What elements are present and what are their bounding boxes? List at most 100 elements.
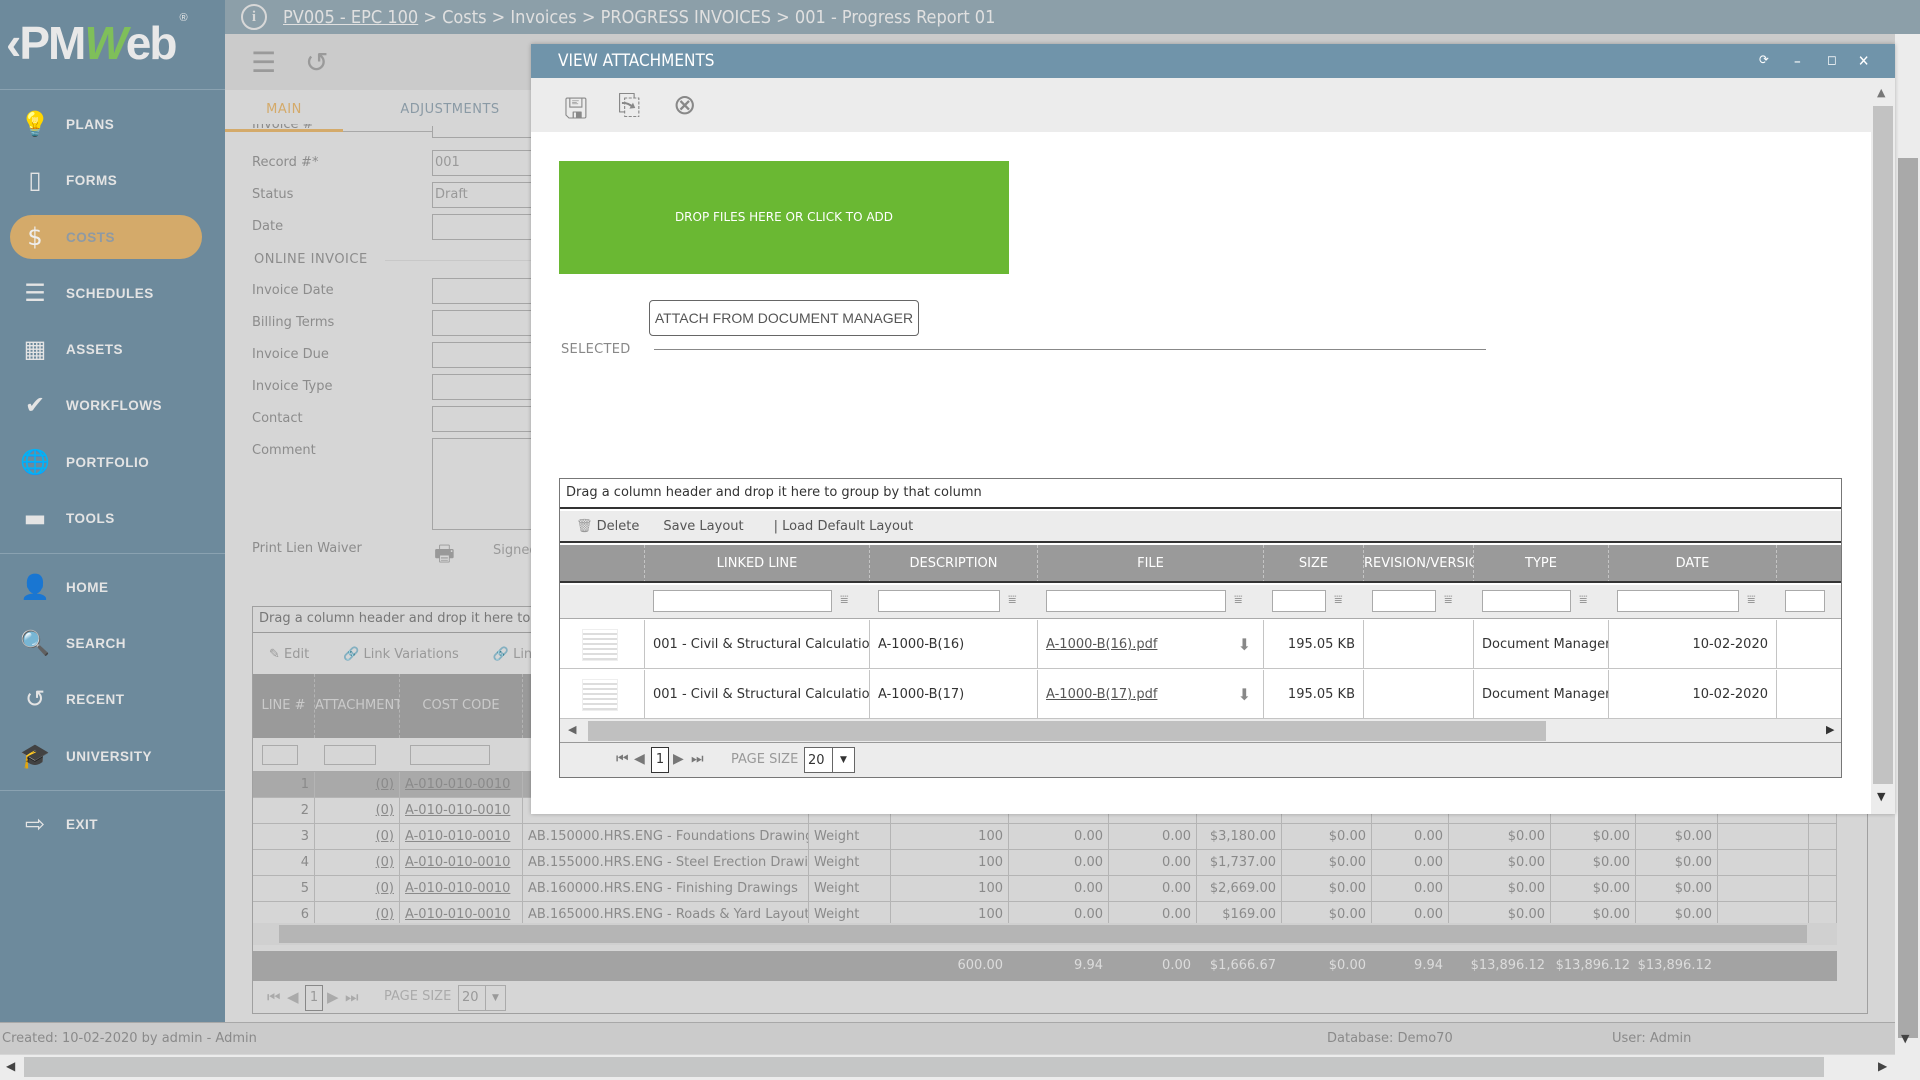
scroll-thumb[interactable] xyxy=(279,925,1807,943)
prev-page-icon[interactable]: ◀ xyxy=(634,751,645,767)
filter-icon[interactable]: ⩸ xyxy=(840,592,849,608)
scroll-thumb[interactable] xyxy=(1873,106,1893,784)
column-header-date[interactable]: DATE xyxy=(1609,545,1777,581)
file-dropzone[interactable]: DROP FILES HERE OR CLICK TO ADD xyxy=(559,161,1009,274)
history-icon[interactable]: ↺ xyxy=(305,46,328,79)
first-page-icon[interactable]: ⏮ xyxy=(616,751,629,767)
file-thumbnail[interactable] xyxy=(582,629,618,661)
filter-input-file[interactable] xyxy=(1046,590,1226,612)
column-header-line[interactable]: LINE # xyxy=(253,674,315,738)
sidebar-item-schedules[interactable]: ☰ SCHEDULES xyxy=(10,271,202,315)
cell-att[interactable]: (0) xyxy=(315,876,400,902)
filter-input-revision-version[interactable] xyxy=(1372,590,1436,612)
attachment-row[interactable]: 001 - Civil & Structural Calculations A-1… xyxy=(560,670,1841,719)
filter-icon[interactable]: ⩸ xyxy=(1008,592,1017,608)
column-header-linked-line[interactable]: LINKED LINE xyxy=(645,545,870,581)
scroll-thumb[interactable] xyxy=(588,721,1546,741)
filter-input-attachments[interactable] xyxy=(324,745,376,765)
filter-input-date[interactable] xyxy=(1617,590,1739,612)
sidebar-item-home[interactable]: 👤 HOME xyxy=(10,565,202,609)
download-icon[interactable]: ⬇ xyxy=(1238,620,1251,668)
edit-button[interactable]: ✎ Edit xyxy=(269,647,309,662)
column-header-description[interactable]: DESCRIPTION xyxy=(870,545,1038,581)
sidebar-item-recent[interactable]: ↺ RECENT xyxy=(10,677,202,721)
column-header-thumbnail[interactable] xyxy=(560,545,645,581)
column-header-more[interactable] xyxy=(1777,545,1841,581)
cell-code[interactable]: A-010-010-0010 xyxy=(400,798,523,824)
close-icon[interactable]: ✕ xyxy=(1858,44,1869,78)
column-header-file[interactable]: FILE xyxy=(1038,545,1264,581)
pmweb-logo[interactable]: ‹PMWeb ® xyxy=(6,8,216,78)
refresh-icon[interactable]: ⟳ xyxy=(1759,44,1769,78)
cell-file[interactable]: A-1000-B(16).pdf ⬇ xyxy=(1038,620,1264,668)
scroll-right-arrow[interactable]: ▶ xyxy=(1878,1059,1887,1073)
table-row[interactable]: 3 (0) A-010-010-0010 AB.150000.HRS.ENG - Fo… xyxy=(253,824,1837,850)
sidebar-item-university[interactable]: 🎓 UNIVERSITY xyxy=(10,734,202,778)
chevron-down-icon[interactable]: ▼ xyxy=(485,986,505,1010)
cost-code-link[interactable]: A-010-010-0010 xyxy=(405,855,510,870)
import-file-icon[interactable]: ⎘ xyxy=(618,88,640,122)
cell-file[interactable]: A-1000-B(17).pdf ⬇ xyxy=(1038,670,1264,718)
first-page-icon[interactable]: ⏮ xyxy=(267,988,281,1006)
page-size-select[interactable]: 20 ▼ xyxy=(804,747,855,773)
cell-att[interactable]: (0) xyxy=(315,798,400,824)
cell-code[interactable]: A-010-010-0010 xyxy=(400,772,523,798)
cell-code[interactable]: A-010-010-0010 xyxy=(400,876,523,902)
load-default-layout-button[interactable]: | Load Default Layout xyxy=(774,519,914,534)
cost-code-link[interactable]: A-010-010-0010 xyxy=(405,803,510,818)
filter-input-description[interactable] xyxy=(878,590,1000,612)
cancel-circle-icon[interactable]: ⊗ xyxy=(673,88,696,121)
file-link[interactable]: A-1000-B(17).pdf xyxy=(1046,687,1157,702)
chevron-down-icon[interactable]: ▼ xyxy=(832,748,854,772)
cost-code-link[interactable]: A-010-010-0010 xyxy=(405,907,510,922)
download-icon[interactable]: ⬇ xyxy=(1238,670,1251,718)
filter-icon[interactable]: ⩸ xyxy=(1579,592,1588,608)
page-horizontal-scrollbar[interactable]: ◀ ▶ xyxy=(0,1055,1895,1080)
sidebar-item-workflows[interactable]: ✔ WORKFLOWS xyxy=(10,383,202,427)
filter-input-size[interactable] xyxy=(1272,590,1326,612)
filter-icon[interactable]: ⩸ xyxy=(1444,592,1453,608)
numbered-list-icon[interactable]: ☰ xyxy=(251,46,276,79)
filter-icon[interactable]: ⩸ xyxy=(1334,592,1343,608)
column-header-type[interactable]: TYPE xyxy=(1474,545,1609,581)
scroll-right-arrow[interactable]: ▶ xyxy=(1826,723,1834,736)
filter-icon[interactable]: ⩸ xyxy=(1747,592,1756,608)
sidebar-item-exit[interactable]: ⇨ EXIT xyxy=(10,802,202,846)
attachments-link[interactable]: (0) xyxy=(376,777,394,792)
column-header-size[interactable]: SIZE xyxy=(1264,545,1364,581)
sidebar-item-plans[interactable]: 💡 PLANS xyxy=(10,102,202,146)
printer-icon[interactable]: 🖶 xyxy=(434,537,455,575)
attachments-link[interactable]: (0) xyxy=(376,855,394,870)
link-variations-button[interactable]: 🔗 Link Variations xyxy=(343,647,459,662)
sidebar-item-tools[interactable]: ▬ TOOLS xyxy=(10,496,202,540)
filter-input-line[interactable] xyxy=(262,745,298,765)
cell-att[interactable]: (0) xyxy=(315,772,400,798)
save-icon[interactable]: 🖫 xyxy=(564,88,588,136)
sidebar-item-portfolio[interactable]: 🌐 PORTFOLIO xyxy=(10,440,202,484)
attach-from-document-manager-button[interactable]: ATTACH FROM DOCUMENT MANAGER xyxy=(649,300,919,336)
cell-code[interactable]: A-010-010-0010 xyxy=(400,850,523,876)
scroll-down-arrow[interactable]: ▼ xyxy=(1901,1032,1909,1045)
file-link[interactable]: A-1000-B(16).pdf xyxy=(1046,637,1157,652)
scroll-left-arrow[interactable]: ◀ xyxy=(568,723,576,736)
cell-code[interactable]: A-010-010-0010 xyxy=(400,824,523,850)
filter-icon[interactable]: ⩸ xyxy=(1234,592,1243,608)
column-header-cost-code[interactable]: COST CODE xyxy=(400,674,523,738)
table-row[interactable]: 4 (0) A-010-010-0010 AB.155000.HRS.ENG - St… xyxy=(253,850,1837,876)
lines-grid-horizontal-scrollbar[interactable] xyxy=(253,923,1837,945)
sidebar-item-assets[interactable]: ▦ ASSETS xyxy=(10,327,202,371)
sidebar-item-costs[interactable]: $ COSTS xyxy=(10,215,202,259)
sidebar-item-forms[interactable]: ▯ FORMS xyxy=(10,158,202,202)
cost-code-link[interactable]: A-010-010-0010 xyxy=(405,777,510,792)
cell-att[interactable]: (0) xyxy=(315,824,400,850)
maximize-icon[interactable]: ◻ xyxy=(1827,44,1837,78)
save-layout-button[interactable]: Save Layout xyxy=(663,519,743,534)
scroll-down-arrow[interactable]: ▼ xyxy=(1877,790,1885,803)
breadcrumb-project-link[interactable]: PV005 - EPC 100 xyxy=(283,7,418,28)
attachment-row[interactable]: 001 - Civil & Structural Calculations A-1… xyxy=(560,620,1841,669)
file-thumbnail[interactable] xyxy=(582,679,618,711)
scroll-left-arrow[interactable]: ◀ xyxy=(6,1059,15,1073)
table-row[interactable]: 5 (0) A-010-010-0010 AB.160000.HRS.ENG - Fi… xyxy=(253,876,1837,902)
sidebar-item-search[interactable]: 🔍 SEARCH xyxy=(10,621,202,665)
attachments-grid-horizontal-scrollbar[interactable]: ◀ ▶ xyxy=(560,719,1841,743)
